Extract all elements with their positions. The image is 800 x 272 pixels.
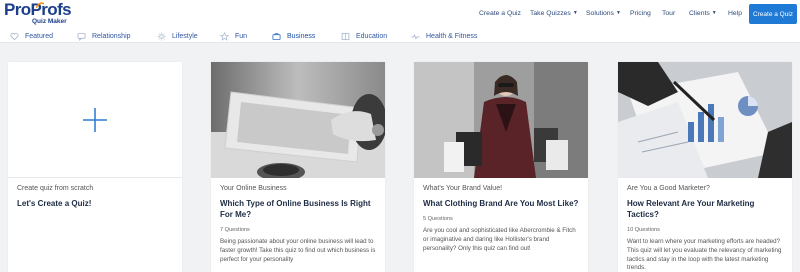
quiz-card-online-business[interactable]: Your Online Business Which Type of Onlin… (211, 62, 385, 272)
nav-take-quizzes[interactable]: Take Quizzes ▼ (530, 10, 578, 17)
tab-health-fitness[interactable]: Health & Fitness (411, 30, 477, 42)
question-count: 5 Questions (423, 216, 453, 222)
chevron-down-icon: ▼ (572, 10, 578, 16)
nav-create-quiz[interactable]: Create a Quiz (479, 10, 521, 17)
card-body: Are You a Good Marketer? How Relevant Ar… (627, 184, 785, 272)
tab-featured[interactable]: Featured (10, 30, 53, 42)
card-kicker: What's Your Brand Value! (423, 185, 503, 192)
tab-relationship[interactable]: Relationship (77, 30, 131, 42)
card-kicker: Are You a Good Marketer? (627, 185, 710, 192)
question-count: 10 Questions (627, 227, 660, 233)
tab-business[interactable]: Business (272, 30, 315, 42)
tab-education[interactable]: Education (341, 30, 387, 42)
card-title[interactable]: Let's Create a Quiz! (17, 198, 175, 209)
nav-clients[interactable]: Clients ▼ (689, 10, 717, 17)
sun-icon (157, 32, 166, 41)
card-body: Create quiz from scratch Let's Create a … (17, 184, 175, 209)
create-quiz-button[interactable]: Create a Quiz (749, 4, 797, 24)
tab-lifestyle[interactable]: Lifestyle (157, 30, 198, 42)
card-kicker: Create quiz from scratch (17, 185, 94, 192)
heartbeat-icon (411, 34, 420, 40)
nav-help[interactable]: Help (728, 10, 742, 17)
card-image-marketing (618, 62, 792, 178)
card-description: Being passionate about your online busin… (220, 238, 376, 263)
logo-accent-icon (36, 2, 44, 8)
nav-pricing[interactable]: Pricing (630, 10, 651, 17)
card-kicker: Your Online Business (220, 185, 287, 192)
create-quiz-card[interactable]: Create quiz from scratch Let's Create a … (8, 62, 182, 272)
quiz-card-marketing[interactable]: Are You a Good Marketer? How Relevant Ar… (618, 62, 792, 272)
book-icon (341, 32, 350, 41)
category-tabs: Featured Relationship Lifestyle Fun Busi… (0, 29, 800, 43)
card-title[interactable]: What Clothing Brand Are You Most Like? (423, 198, 581, 209)
card-description: Want to learn where your marketing effor… (627, 238, 782, 272)
logo-pro: Pro (4, 0, 31, 19)
card-image-laptop (211, 62, 385, 178)
top-header: ProProfs Quiz Maker Create a Quiz Take Q… (0, 0, 800, 29)
nav-solutions[interactable]: Solutions ▼ (586, 10, 621, 17)
plus-icon (83, 107, 107, 132)
quiz-card-clothing-brand[interactable]: What's Your Brand Value! What Clothing B… (414, 62, 588, 272)
nav-tour[interactable]: Tour (662, 10, 675, 17)
question-count: 7 Questions (220, 227, 250, 233)
card-body: What's Your Brand Value! What Clothing B… (423, 184, 581, 253)
card-title[interactable]: Which Type of Online Business Is Right F… (220, 198, 378, 220)
chevron-down-icon: ▼ (615, 10, 621, 16)
briefcase-icon (272, 32, 281, 40)
create-quiz-area[interactable] (8, 62, 182, 178)
logo-subtitle: Quiz Maker (32, 18, 67, 25)
chat-icon (77, 32, 86, 41)
star-icon (220, 32, 229, 41)
tab-fun[interactable]: Fun (220, 30, 247, 42)
card-description: Are you cool and sophisticated like Aber… (423, 227, 576, 252)
card-image-shopping (414, 62, 588, 178)
chevron-down-icon: ▼ (711, 10, 717, 16)
heart-icon (10, 32, 19, 41)
card-body: Your Online Business Which Type of Onlin… (220, 184, 378, 264)
proprofs-logo[interactable]: ProProfs Quiz Maker (4, 0, 74, 27)
card-title[interactable]: How Relevant Are Your Marketing Tactics? (627, 198, 785, 220)
